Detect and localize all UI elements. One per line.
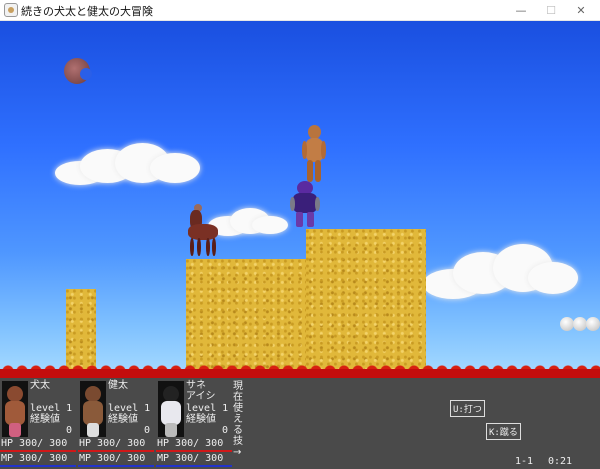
- close-button[interactable]: ✕: [566, 0, 596, 21]
- game-viewport[interactable]: [0, 21, 600, 378]
- portrait-saneaishi: [158, 381, 184, 437]
- maximize-button[interactable]: ☐: [536, 0, 566, 21]
- sand-platform-low: [186, 259, 306, 378]
- attack-key-hint: U:打つ: [450, 400, 485, 417]
- current-skills-label: 現在使える技→: [233, 381, 243, 458]
- crescent-moon-icon: [64, 58, 92, 84]
- brown-horse-sprite: [184, 204, 220, 258]
- party-exp-value-3: 0: [222, 425, 229, 436]
- party-mp-2: MP 300/ 300: [79, 453, 146, 464]
- party-level-3: level 1: [186, 403, 229, 414]
- party-level-2: level 1: [108, 403, 151, 414]
- app-icon: [4, 3, 18, 17]
- portrait-kenta: [80, 381, 106, 437]
- minimize-button[interactable]: —: [506, 0, 536, 21]
- portrait-inuta: [2, 381, 28, 437]
- bald-man-sprite: [302, 125, 326, 183]
- cloud: [55, 143, 205, 188]
- party-exp-value-2: 0: [144, 425, 151, 436]
- party-hp-1: HP 300/ 300: [1, 438, 68, 449]
- party-mp-1: MP 300/ 300: [1, 453, 68, 464]
- party-exp-label-1: 経験値: [30, 414, 60, 425]
- party-name-1: 犬太: [30, 380, 50, 391]
- party-mp-3: MP 300/ 300: [157, 453, 224, 464]
- hp-bar-1: [0, 450, 76, 452]
- party-exp-label-3: 経験値: [186, 414, 216, 425]
- party-name-2: 健太: [108, 380, 128, 391]
- party-exp-value-1: 0: [66, 425, 73, 436]
- sand-platform-high: [306, 229, 426, 378]
- status-panel: 犬太 level 1 経験値 0 HP 300/ 300 MP 300/ 300…: [0, 378, 600, 469]
- lava: [0, 369, 600, 378]
- window-titlebar: 続きの犬太と健太の大冒険 — ☐ ✕: [0, 0, 600, 21]
- mp-bar-2: [78, 465, 154, 467]
- cloud: [423, 244, 578, 304]
- mp-bar-1: [0, 465, 76, 467]
- party-hp-3: HP 300/ 300: [157, 438, 224, 449]
- hp-bar-3: [156, 450, 232, 452]
- elapsed-time: 0:21: [548, 456, 573, 467]
- kick-key-hint: K:蹴る: [486, 423, 521, 440]
- party-name-3-line2: アイシ: [186, 391, 216, 402]
- mp-bar-3: [156, 465, 232, 467]
- party-name-3-line1: サネ: [186, 380, 206, 391]
- hp-bar-2: [78, 450, 154, 452]
- cloud: [208, 208, 288, 236]
- stage-indicator: 1-1: [515, 456, 534, 467]
- party-hp-2: HP 300/ 300: [79, 438, 146, 449]
- purple-robot-sprite: [290, 181, 320, 228]
- party-level-1: level 1: [30, 403, 73, 414]
- window-title: 続きの犬太と健太の大冒険: [21, 5, 153, 18]
- party-exp-label-2: 経験値: [108, 414, 138, 425]
